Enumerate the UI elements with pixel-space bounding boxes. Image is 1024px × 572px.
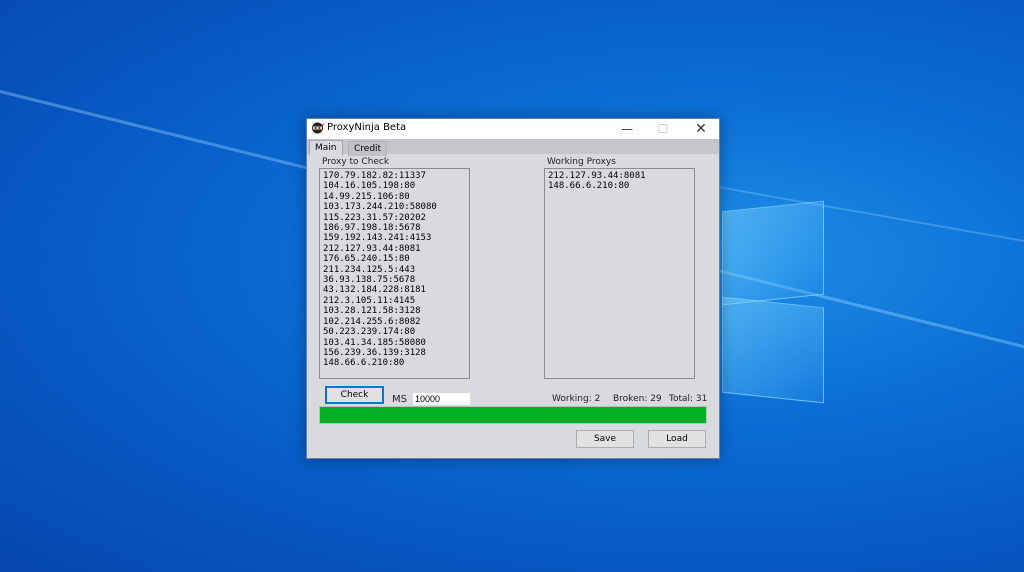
- working-count: Working: 2: [552, 394, 601, 404]
- title-bar[interactable]: ProxyNinja Beta — ☐ ✕: [307, 119, 719, 139]
- list-item[interactable]: 115.223.31.57:20202: [323, 213, 466, 223]
- list-item[interactable]: 103.41.34.185:58080: [323, 338, 466, 348]
- list-item[interactable]: 211.234.125.5:443: [323, 265, 466, 275]
- list-item[interactable]: 104.16.105.198:80: [323, 181, 466, 191]
- list-item[interactable]: 103.28.121.58:3128: [323, 306, 466, 316]
- list-item[interactable]: 212.127.93.44:8081: [323, 244, 466, 254]
- list-item[interactable]: 102.214.255.6:8082: [323, 317, 466, 327]
- list-item[interactable]: 103.173.244.210:58080: [323, 202, 466, 212]
- window-title: ProxyNinja Beta: [327, 122, 407, 133]
- proxy-to-check-list[interactable]: 170.79.182.82:11337 104.16.105.198:80 14.9…: [319, 168, 470, 379]
- minimize-button[interactable]: —: [609, 119, 645, 139]
- total-count: Total: 31: [669, 394, 708, 404]
- working-proxys-list[interactable]: 212.127.93.44:8081 148.66.6.210:80: [544, 168, 695, 379]
- list-item[interactable]: 43.132.184.228:8181: [323, 285, 466, 295]
- list-item[interactable]: 176.65.240.15:80: [323, 254, 466, 264]
- progress-bar-fill: [320, 407, 706, 423]
- ninja-icon: [312, 122, 324, 134]
- list-item[interactable]: 50.223.239.174:80: [323, 327, 466, 337]
- check-button[interactable]: Check: [325, 386, 384, 404]
- list-item[interactable]: 14.99.215.106:80: [323, 192, 466, 202]
- list-item[interactable]: 36.93.138.75:5678: [323, 275, 466, 285]
- app-window: ProxyNinja Beta — ☐ ✕ Main Credit Proxy …: [306, 118, 720, 459]
- list-item[interactable]: 186.97.198.18:5678: [323, 223, 466, 233]
- list-item[interactable]: 170.79.182.82:11337: [323, 171, 466, 181]
- working-proxys-label: Working Proxys: [547, 157, 616, 167]
- load-button[interactable]: Load: [648, 430, 706, 448]
- ms-timeout-input[interactable]: [413, 393, 470, 405]
- list-item[interactable]: 212.3.105.11:4145: [323, 296, 466, 306]
- save-button[interactable]: Save: [576, 430, 634, 448]
- list-item[interactable]: 212.127.93.44:8081: [548, 171, 691, 181]
- progress-bar: [319, 406, 707, 424]
- tab-credit[interactable]: Credit: [348, 141, 388, 156]
- list-item[interactable]: 159.192.143.241:4153: [323, 233, 466, 243]
- ms-label: MS: [392, 394, 407, 405]
- proxy-to-check-label: Proxy to Check: [322, 157, 390, 167]
- maximize-button[interactable]: ☐: [645, 119, 681, 139]
- list-item[interactable]: 156.239.36.139:3128: [323, 348, 466, 358]
- close-button[interactable]: ✕: [683, 119, 719, 139]
- broken-count: Broken: 29: [613, 394, 662, 404]
- list-item[interactable]: 148.66.6.210:80: [323, 358, 466, 368]
- windows-logo-pane: [722, 200, 824, 306]
- list-item[interactable]: 148.66.6.210:80: [548, 181, 691, 191]
- windows-logo-pane: [722, 296, 824, 404]
- tab-main[interactable]: Main: [309, 140, 343, 156]
